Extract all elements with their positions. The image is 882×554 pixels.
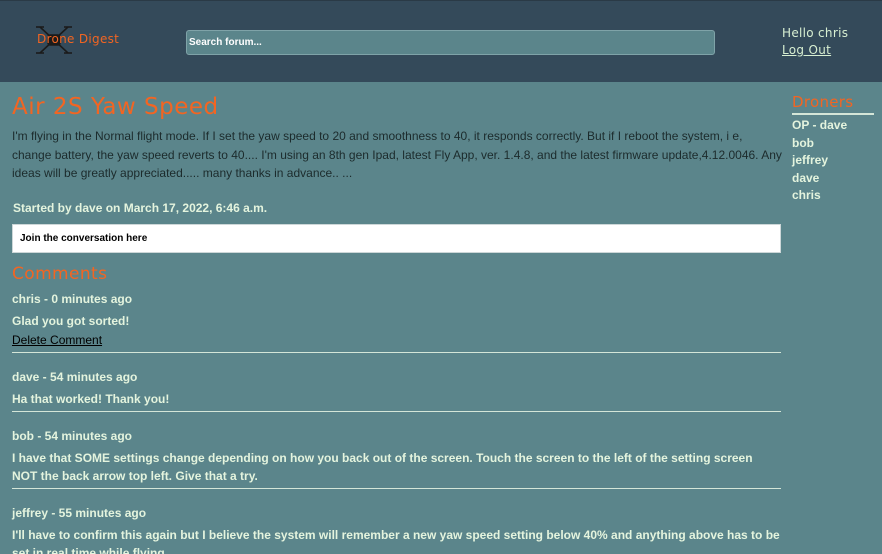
site-logo[interactable]: Drone Digest xyxy=(34,23,126,57)
comment-text: I have that SOME settings change dependi… xyxy=(12,450,753,483)
member-item[interactable]: chris xyxy=(792,187,874,205)
member-item[interactable]: dave xyxy=(792,170,874,188)
comment-item: chris - 0 minutes ago Glad you got sorte… xyxy=(12,291,781,353)
comment-text: Glad you got sorted! xyxy=(12,313,130,328)
join-conversation-input[interactable]: Join the conversation here xyxy=(12,223,781,253)
logout-link[interactable]: Log Out xyxy=(782,43,831,57)
comment-meta: jeffrey - 55 minutes ago xyxy=(12,505,147,520)
member-item[interactable]: OP - dave xyxy=(792,117,874,135)
member-item[interactable]: bob xyxy=(792,135,874,153)
logo-text: Drone Digest xyxy=(37,32,120,46)
sidebar-heading: Droners xyxy=(792,92,874,115)
top-bar: Drone Digest Hello chris Log Out xyxy=(0,0,882,82)
comment-meta: bob - 54 minutes ago xyxy=(12,428,133,443)
comment-text: I'll have to confirm this again but I be… xyxy=(12,527,780,554)
comments-heading: Comments xyxy=(12,263,108,284)
comment-text: Ha that worked! Thank you! xyxy=(12,391,170,406)
member-item[interactable]: jeffrey xyxy=(792,152,874,170)
comment-item: dave - 54 minutes ago Ha that worked! Th… xyxy=(12,369,781,412)
comment-meta: chris - 0 minutes ago xyxy=(12,291,133,306)
post-body: I'm flying in the Normal flight mode. If… xyxy=(12,129,782,180)
member-list: OP - dave bob jeffrey dave chris xyxy=(792,117,874,205)
droners-sidebar: Droners OP - dave bob jeffrey dave chris xyxy=(792,92,874,205)
post-title: Air 2S Yaw Speed xyxy=(12,94,219,120)
search-input[interactable] xyxy=(186,30,715,55)
delete-comment-link[interactable]: Delete Comment xyxy=(12,333,102,347)
user-greeting: Hello chris xyxy=(782,26,849,40)
post-content: Air 2S Yaw Speed I'm flying in the Norma… xyxy=(12,92,782,554)
comment-item: bob - 54 minutes ago I have that SOME se… xyxy=(12,428,781,489)
comment-meta: dave - 54 minutes ago xyxy=(12,369,138,384)
post-author-line: Started by dave on March 17, 2022, 6:46 … xyxy=(13,200,268,215)
comment-item: jeffrey - 55 minutes ago I'll have to co… xyxy=(12,505,781,554)
